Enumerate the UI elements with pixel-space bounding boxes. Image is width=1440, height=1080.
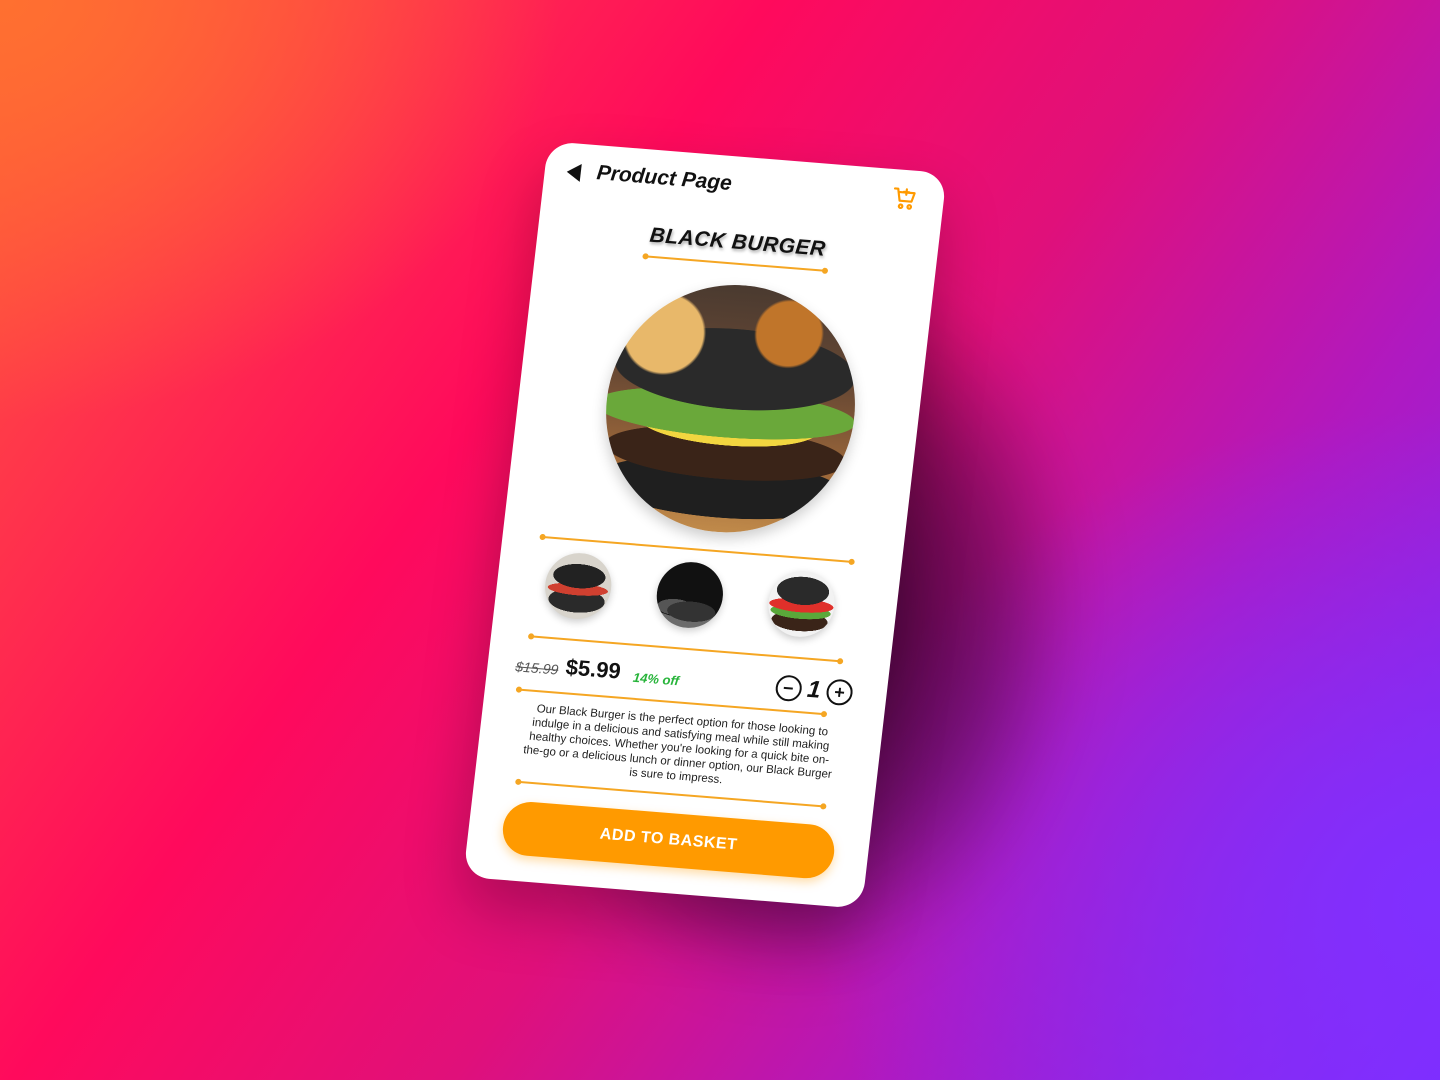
page-title: Product Page <box>595 161 734 195</box>
cart-icon[interactable] <box>890 185 919 213</box>
burger-thumbnail-1[interactable] <box>541 550 615 622</box>
product-description: Our Black Burger is the perfect option f… <box>522 703 833 787</box>
original-price: $15.99 <box>514 658 560 678</box>
burger-thumbnail-2[interactable] <box>653 559 727 631</box>
sale-price: $5.99 <box>564 654 623 684</box>
discount-badge: 14% off <box>632 669 680 689</box>
quantity-value: 1 <box>805 675 823 704</box>
minus-icon[interactable]: − <box>773 674 803 703</box>
product-card: Product Page BLACK BURGER $15.99 $5.99 1… <box>463 141 947 909</box>
add-to-basket-button[interactable]: ADD TO BASKET <box>499 799 838 881</box>
plus-icon[interactable]: + <box>825 678 855 707</box>
product-image <box>592 275 869 542</box>
product-name: BLACK BURGER <box>648 223 827 261</box>
burger-thumbnail-3[interactable] <box>764 568 839 640</box>
quantity-stepper: − 1 + <box>773 673 855 707</box>
back-arrow-icon[interactable] <box>565 162 582 182</box>
